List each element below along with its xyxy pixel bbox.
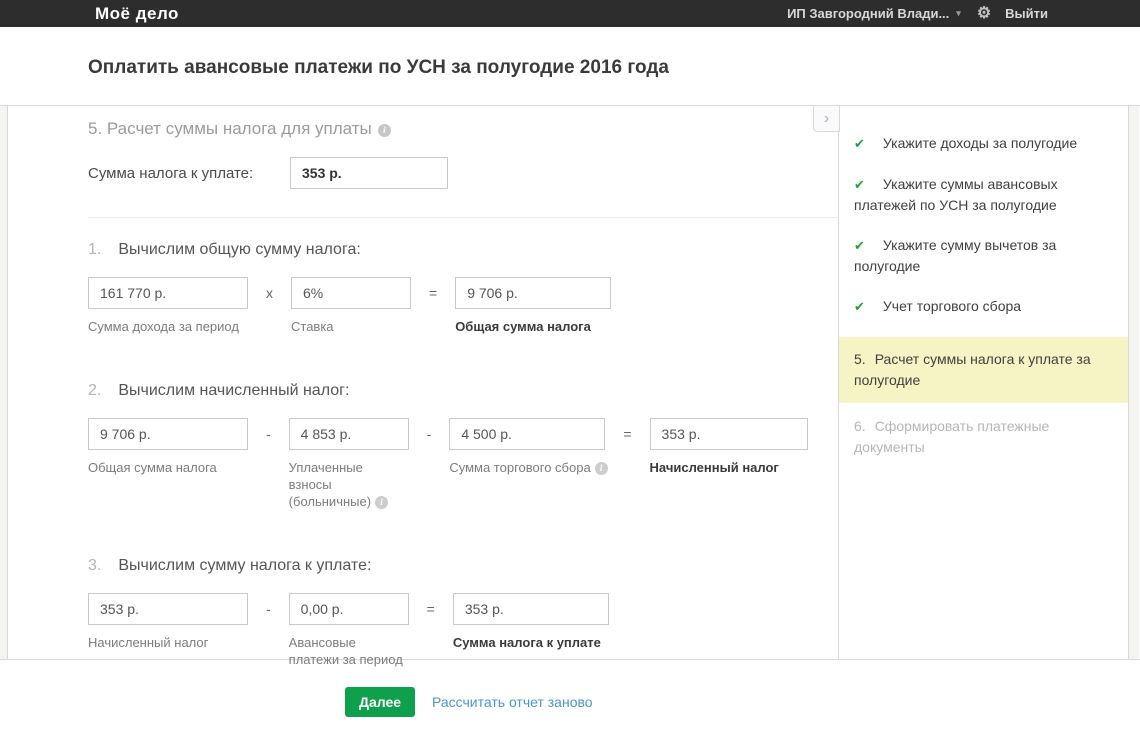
paid-contributions-input[interactable] bbox=[288, 418, 409, 450]
income-input[interactable] bbox=[88, 277, 248, 309]
gear-icon[interactable]: ⚙ bbox=[977, 5, 991, 22]
advance-payments-input[interactable] bbox=[288, 593, 409, 625]
check-icon: ✔ bbox=[854, 238, 865, 253]
sidebar-item-label: Укажите сумму вычетов за полугодие bbox=[854, 237, 1057, 274]
topbar-right: ИП Завгородний Влади... ▾ ⚙ Выйти bbox=[787, 5, 1048, 22]
field-label: Сумма дохода за период bbox=[88, 319, 239, 334]
step-number: 2. bbox=[88, 382, 102, 399]
sidebar-item-advance-payments[interactable]: ✔ Укажите суммы авансовых платежей по УСН… bbox=[839, 174, 1128, 215]
sidebar-item-label: Учет торгового сбора bbox=[882, 298, 1022, 314]
left-gutter bbox=[0, 106, 8, 659]
collapse-panel-button[interactable]: › bbox=[813, 106, 840, 132]
field-label: Начисленный налог bbox=[649, 460, 779, 475]
total-tax-input[interactable] bbox=[88, 418, 248, 450]
field-income: Сумма дохода за период bbox=[88, 277, 248, 335]
info-icon[interactable]: i bbox=[377, 124, 391, 137]
minus-operator: - bbox=[426, 426, 432, 442]
step-title: Вычислим начисленный налог: bbox=[118, 382, 350, 399]
tax-to-pay-input[interactable] bbox=[290, 157, 448, 189]
field-paid-contributions: Уплаченные взносы (больничные)i bbox=[288, 418, 409, 510]
rate-input[interactable] bbox=[291, 277, 411, 309]
sidebar-item-incomes[interactable]: ✔ Укажите доходы за полугодие bbox=[839, 133, 1128, 154]
check-icon: ✔ bbox=[854, 177, 865, 192]
app-logo[interactable]: Моё дело bbox=[95, 4, 179, 24]
title-bar: Оплатить авансовые платежи по УСН за пол… bbox=[0, 27, 1140, 105]
account-menu[interactable]: ИП Завгородний Влади... bbox=[787, 6, 949, 21]
total-tax-input[interactable] bbox=[455, 277, 612, 309]
field-accrued-tax: Начисленный налог bbox=[649, 418, 808, 476]
footer-actions: Далее Рассчитать отчет заново bbox=[0, 660, 1140, 739]
info-icon[interactable]: i bbox=[375, 496, 389, 509]
content-area: 5. Расчет суммы налога для уплаты i Сумма… bbox=[0, 105, 1140, 667]
check-icon: ✔ bbox=[854, 136, 865, 151]
field-label: Сумма торгового сбора i bbox=[449, 459, 608, 476]
step-number: 3. bbox=[88, 557, 102, 574]
check-icon: ✔ bbox=[854, 299, 865, 314]
sidebar-item-label: Укажите суммы авансовых платежей по УСН … bbox=[854, 176, 1058, 213]
field-label: Начисленный налог bbox=[88, 635, 209, 650]
multiply-operator: х bbox=[266, 285, 273, 301]
summary-label: Сумма налога к уплате: bbox=[88, 164, 254, 182]
field-label: Сумма налога к уплате bbox=[452, 635, 601, 650]
equals-operator: = bbox=[429, 285, 438, 301]
step-2: 2. Вычислим начисленный налог: Общая сумм… bbox=[88, 382, 838, 510]
step-2-fields: Общая сумма налога - Уплаченные взносы (… bbox=[88, 418, 838, 510]
page-title: Оплатить авансовые платежи по УСН за пол… bbox=[88, 57, 670, 78]
step-number: 5. bbox=[854, 351, 866, 367]
field-label: Уплаченные взносы (больничные) i bbox=[289, 459, 409, 510]
tax-to-pay-result-input[interactable] bbox=[452, 593, 609, 625]
summary-row: Сумма налога к уплате: bbox=[88, 157, 838, 189]
divider bbox=[88, 217, 838, 218]
next-button[interactable]: Далее bbox=[345, 687, 415, 717]
sidebar-item-label: Укажите доходы за полугодие bbox=[882, 135, 1078, 151]
chevron-right-icon: › bbox=[823, 109, 830, 127]
recalculate-link[interactable]: Рассчитать отчет заново bbox=[432, 687, 593, 717]
step-number: 1. bbox=[88, 241, 102, 258]
section-title: 5. Расчет суммы налога для уплаты i bbox=[88, 119, 838, 139]
chevron-down-icon[interactable]: ▾ bbox=[956, 8, 961, 19]
step-title: Вычислим сумму налога к уплате: bbox=[118, 557, 372, 574]
sidebar-item-label: Расчет суммы налога к уплате за полугоди… bbox=[854, 351, 1091, 388]
accrued-tax-input[interactable] bbox=[88, 593, 248, 625]
trade-fee-input[interactable] bbox=[449, 418, 606, 450]
step-2-header: 2. Вычислим начисленный налог: bbox=[88, 382, 838, 400]
section-title-text: 5. Расчет суммы налога для уплаты bbox=[88, 119, 372, 138]
equals-operator: = bbox=[426, 601, 435, 617]
info-icon[interactable]: i bbox=[594, 462, 608, 475]
sidebar-item-deductions[interactable]: ✔ Укажите сумму вычетов за полугодие bbox=[839, 235, 1128, 276]
step-3-fields: Начисленный налог - Авансовые платежи за… bbox=[88, 593, 838, 668]
field-total-tax: Общая сумма налога bbox=[455, 277, 612, 335]
field-total-tax: Общая сумма налога bbox=[88, 418, 248, 476]
step-3-header: 3. Вычислим сумму налога к уплате: bbox=[88, 557, 838, 575]
step-1-fields: Сумма дохода за период х Ставка = Общая … bbox=[88, 277, 838, 335]
accrued-tax-input[interactable] bbox=[649, 418, 808, 450]
field-label: Общая сумма налога bbox=[88, 460, 217, 475]
sidebar-item-tax-calculation-active[interactable]: 5. Расчет суммы налога к уплате за полуго… bbox=[839, 337, 1128, 403]
sidebar-item-label: Сформировать платежные документы bbox=[854, 418, 1050, 455]
field-rate: Ставка bbox=[291, 277, 411, 335]
field-label: Ставка bbox=[291, 319, 334, 334]
field-advance-payments: Авансовые платежи за период bbox=[288, 593, 409, 668]
logout-link[interactable]: Выйти bbox=[1005, 6, 1048, 21]
field-accrued-tax: Начисленный налог bbox=[88, 593, 248, 651]
field-label: Общая сумма налога bbox=[455, 319, 591, 334]
steps-sidebar: ✔ Укажите доходы за полугодие ✔ Укажите су… bbox=[839, 106, 1128, 659]
equals-operator: = bbox=[623, 426, 632, 442]
step-number: 6. bbox=[854, 418, 866, 434]
minus-operator: - bbox=[266, 426, 271, 442]
step-1: 1. Вычислим общую сумму налога: Сумма дох… bbox=[88, 241, 838, 335]
field-tax-to-pay: Сумма налога к уплате bbox=[452, 593, 609, 651]
main-panel: 5. Расчет суммы налога для уплаты i Сумма… bbox=[8, 106, 839, 667]
step-title: Вычислим общую сумму налога: bbox=[118, 241, 361, 258]
minus-operator: - bbox=[266, 601, 271, 617]
topbar: Моё дело ИП Завгородний Влади... ▾ ⚙ Вый… bbox=[0, 0, 1140, 27]
step-3: 3. Вычислим сумму налога к уплате: Начисл… bbox=[88, 557, 838, 668]
step-1-header: 1. Вычислим общую сумму налога: bbox=[88, 241, 838, 259]
sidebar-item-payment-documents: 6. Сформировать платежные документы bbox=[839, 416, 1128, 458]
field-label: Авансовые платежи за период bbox=[288, 635, 403, 667]
sidebar-item-trade-fee[interactable]: ✔ Учет торгового сбора bbox=[839, 296, 1128, 317]
right-gutter bbox=[1128, 106, 1139, 659]
field-trade-fee: Сумма торгового сбораi bbox=[449, 418, 608, 476]
